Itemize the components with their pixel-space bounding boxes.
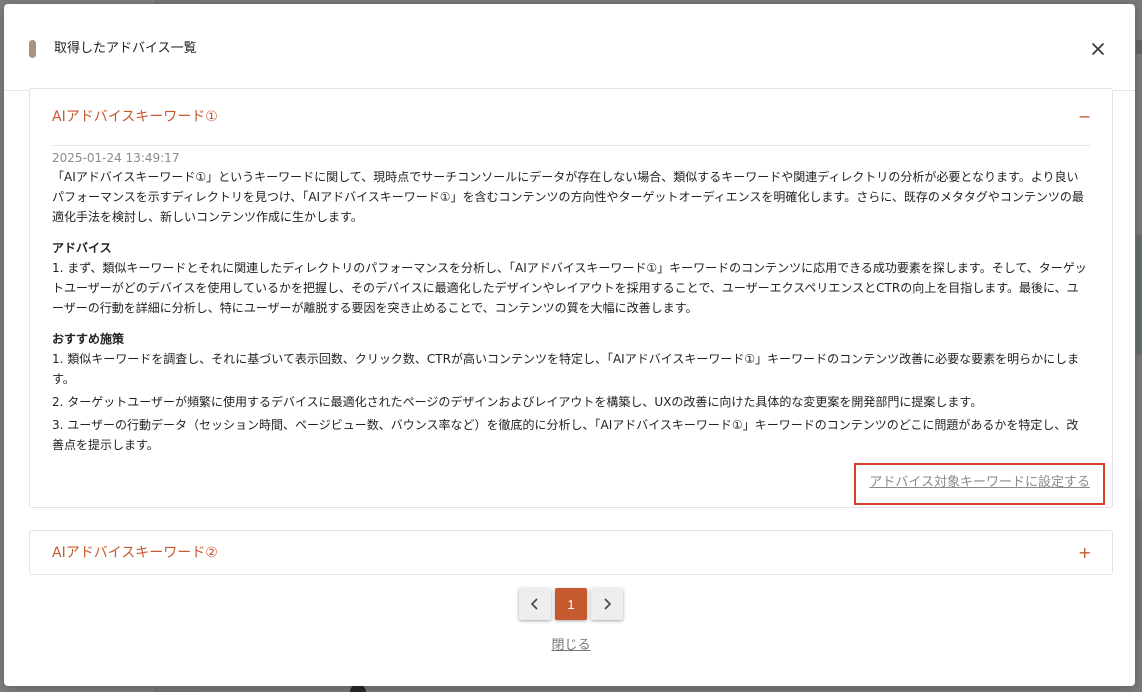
accordion-header[interactable]: AIアドバイスキーワード① − [30, 89, 1112, 145]
measure-item: 3. ユーザーの行動データ（セッション時間、ページビュー数、バウンス率など）を徹… [52, 418, 1079, 452]
modal-title: 取得したアドバイス一覧 [54, 41, 197, 56]
action-row: アドバイス対象キーワードに設定する [52, 458, 1105, 505]
accordion-title: AIアドバイスキーワード② [52, 544, 218, 561]
close-link[interactable]: 閉じる [29, 634, 1113, 653]
advice-text: 1. まず、類似キーワードとそれに関連したディレクトリのパフォーマンスを分析し、… [52, 261, 1087, 315]
prev-page-button[interactable] [519, 588, 551, 620]
title-marker [29, 40, 36, 58]
divider [52, 145, 1090, 146]
accordion-title: AIアドバイスキーワード① [52, 109, 218, 125]
accordion-content: 2025-01-24 13:49:17 「AIアドバイスキーワード①」というキー… [30, 145, 1112, 507]
next-page-button[interactable] [591, 588, 623, 620]
measure-item: 2. ターゲットユーザーが頻繁に使用するデバイスに最適化されたページのデザインお… [52, 395, 983, 409]
advice-accordion: AIアドバイスキーワード② + [29, 530, 1113, 575]
modal-body: AIアドバイスキーワード① − 2025-01-24 13:49:17 「AIア… [29, 88, 1113, 653]
modal-header: 取得したアドバイス一覧 [4, 4, 1135, 91]
measure-item: 1. 類似キーワードを調査し、それに基づいて表示回数、クリック数、CTRが高いコ… [52, 352, 1080, 386]
pagination: 1 [29, 588, 1113, 620]
chevron-right-icon [604, 598, 612, 610]
page-button-current[interactable]: 1 [555, 588, 587, 620]
advice-list-modal: 取得したアドバイス一覧 AIアドバイスキーワード① − 2025-01-24 1… [4, 4, 1135, 686]
measures-heading: おすすめ施策 [52, 332, 125, 346]
close-icon [1092, 43, 1104, 55]
accordion-header[interactable]: AIアドバイスキーワード② + [30, 531, 1112, 574]
close-button[interactable] [1087, 38, 1109, 60]
advice-heading: アドバイス [52, 241, 112, 255]
chevron-left-icon [530, 598, 538, 610]
collapse-icon[interactable]: − [1078, 109, 1091, 125]
set-advice-keyword-link[interactable]: アドバイス対象キーワードに設定する [854, 463, 1105, 505]
advice-timestamp: 2025-01-24 13:49:17 [52, 151, 180, 165]
expand-icon[interactable]: + [1078, 544, 1091, 561]
advice-accordion: AIアドバイスキーワード① − 2025-01-24 13:49:17 「AIア… [29, 88, 1113, 508]
advice-intro: 「AIアドバイスキーワード①」というキーワードに関して、現時点でサーチコンソール… [52, 170, 1084, 224]
